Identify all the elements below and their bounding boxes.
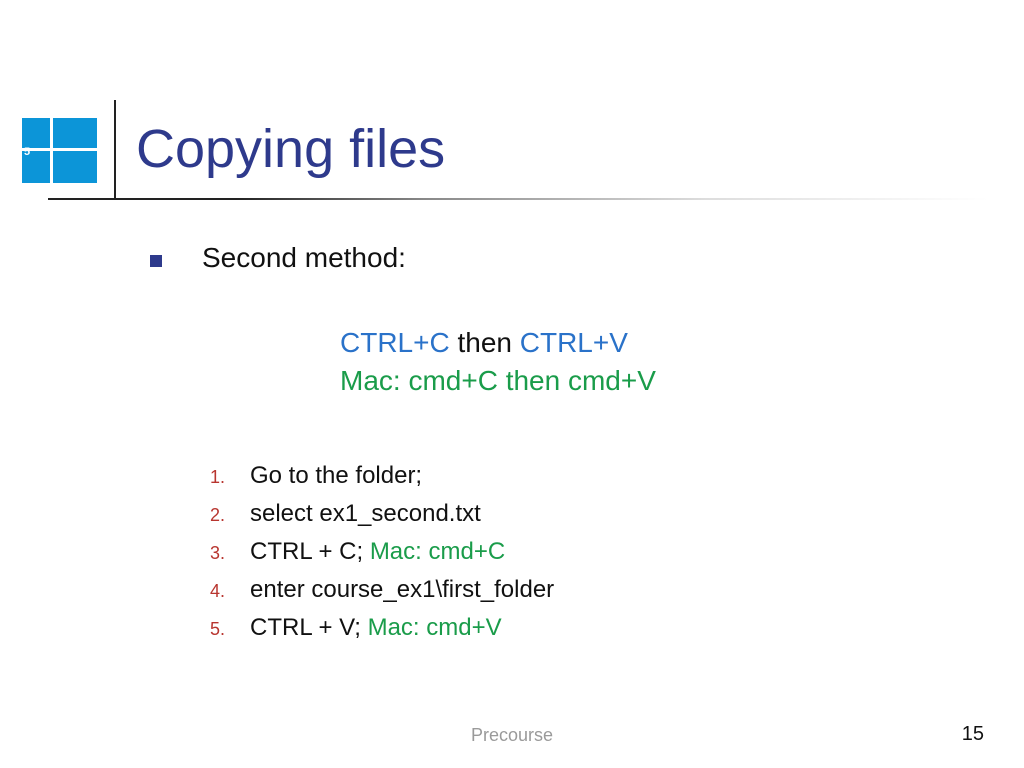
page-number: 15 <box>962 723 984 746</box>
title-divider-vertical <box>114 100 116 200</box>
slide: 5 Copying files Second method: CTRL+C th… <box>0 0 1024 768</box>
slide-body: Second method: CTRL+C then CTRL+V Mac: c… <box>150 242 970 652</box>
step-text: Go to the folder; <box>250 462 422 490</box>
step-number: 2. <box>210 505 250 526</box>
shortcut-ctrl-c: CTRL+C <box>340 327 450 358</box>
list-item: 2. select ex1_second.txt <box>210 500 970 528</box>
bullet-text: Second method: <box>202 242 406 274</box>
title-divider-horizontal <box>48 198 988 200</box>
bullet-icon <box>150 255 162 267</box>
bullet-row: Second method: <box>150 242 970 274</box>
shortcut-ctrl-v: CTRL+V <box>520 327 628 358</box>
step-text: CTRL + V; Mac: cmd+V <box>250 614 502 642</box>
steps-list: 1. Go to the folder; 2. select ex1_secon… <box>210 462 970 642</box>
list-item: 4. enter course_ex1\first_folder <box>210 576 970 604</box>
slide-badge-number: 5 <box>24 146 30 158</box>
shortcut-block: CTRL+C then CTRL+V Mac: cmd+C then cmd+V <box>340 324 970 400</box>
list-item: 3. CTRL + C; Mac: cmd+C <box>210 538 970 566</box>
step-text: CTRL + C; Mac: cmd+C <box>250 538 505 566</box>
step-text: enter course_ex1\first_folder <box>250 576 554 604</box>
step-number: 1. <box>210 467 250 488</box>
step-number: 5. <box>210 619 250 640</box>
slide-title: Copying files <box>136 118 445 180</box>
shortcut-mac-line: Mac: cmd+C then cmd+V <box>340 362 970 400</box>
list-item: 1. Go to the folder; <box>210 462 970 490</box>
list-item: 5. CTRL + V; Mac: cmd+V <box>210 614 970 642</box>
step-number: 3. <box>210 543 250 564</box>
step-number: 4. <box>210 581 250 602</box>
shortcut-windows-line: CTRL+C then CTRL+V <box>340 324 970 362</box>
shortcut-then: then <box>450 327 520 358</box>
windows-logo-icon <box>22 118 100 186</box>
footer-label: Precourse <box>0 725 1024 746</box>
step-text: select ex1_second.txt <box>250 500 481 528</box>
